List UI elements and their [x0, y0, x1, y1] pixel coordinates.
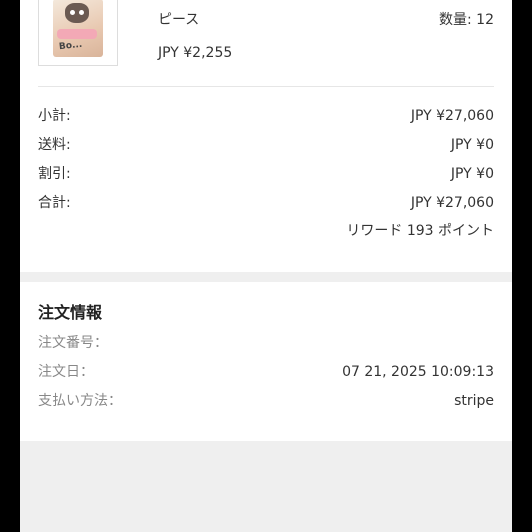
total-value: JPY ¥27,060 — [410, 195, 494, 211]
character-face-image — [65, 3, 89, 23]
payment-method-value: stripe — [454, 393, 494, 409]
package-band — [57, 29, 97, 39]
order-items-card: Bo... ピース 数量: 12 JPY ¥2,255 小計: JPY ¥27,… — [20, 0, 512, 272]
discount-label: 割引: — [38, 166, 71, 182]
order-screen: Bo... ピース 数量: 12 JPY ¥2,255 小計: JPY ¥27,… — [20, 0, 512, 532]
order-info-title: 注文情報 — [38, 303, 103, 322]
order-date-value: 07 21, 2025 10:09:13 — [342, 364, 494, 380]
subtotal-value: JPY ¥27,060 — [410, 108, 494, 124]
shipping-label: 送料: — [38, 137, 71, 153]
subtotal-label: 小計: — [38, 108, 71, 124]
order-number-label: 注文番号： — [38, 335, 108, 351]
discount-value: JPY ¥0 — [450, 166, 494, 182]
order-info-card: 注文情報 注文番号： 注文日： 07 21, 2025 10:09:13 支払い… — [20, 282, 512, 441]
product-variant: ピース — [158, 12, 200, 28]
product-price: JPY ¥2,255 — [158, 45, 233, 61]
product-thumbnail[interactable]: Bo... — [38, 0, 118, 66]
product-quantity: 数量: 12 — [439, 12, 494, 28]
shipping-value: JPY ¥0 — [450, 137, 494, 153]
order-date-label: 注文日： — [38, 364, 94, 380]
divider — [38, 86, 494, 87]
payment-method-label: 支払い方法： — [38, 393, 122, 409]
total-label: 合計: — [38, 195, 71, 211]
reward-points: リワード 193 ポイント — [346, 223, 494, 239]
